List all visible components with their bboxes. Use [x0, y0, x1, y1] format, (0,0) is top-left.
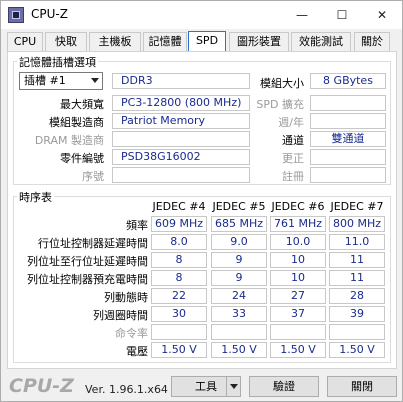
timing-row-label: 列動態時 [104, 291, 148, 304]
maximize-button[interactable]: ☐ [322, 1, 362, 29]
timing-cell: 761 MHz [270, 216, 326, 232]
timing-cell: 1.50 V [270, 342, 326, 358]
timing-row-label: 列位址控制器預充電時間 [27, 273, 148, 286]
timing-cell: 22 [151, 288, 207, 304]
timing-cell: 9.0 [211, 234, 267, 250]
tab-mainboard[interactable]: 主機板 [89, 32, 141, 52]
chevron-down-icon [230, 384, 238, 389]
timing-cell: 27 [270, 288, 326, 304]
timing-cell: 10 [270, 252, 326, 268]
correction-label: 更正 [282, 152, 304, 165]
timing-cell: 9 [211, 252, 267, 268]
cpuz-logo: CPU-Z [9, 375, 74, 397]
tab-memory[interactable]: 記憶體 [143, 32, 187, 52]
timing-cell: 11.0 [329, 234, 385, 250]
channels-field: 雙通道 [310, 131, 386, 147]
timing-column-header: JEDEC #4 [152, 200, 206, 213]
minimize-button[interactable]: — [282, 1, 322, 29]
tab-cache[interactable]: 快取 [45, 32, 87, 52]
module-size-label: 模組大小 [260, 77, 304, 90]
module-size-field: 8 GBytes [310, 73, 386, 89]
timing-cell: 8.0 [151, 234, 207, 250]
title-bar[interactable]: CPU-Z — ☐ ✕ [1, 1, 402, 29]
validate-button[interactable]: 驗證 [249, 376, 319, 397]
module-manufacturer-field: Patriot Memory [112, 113, 250, 129]
cpuz-window: CPU-Z — ☐ ✕ CPU 快取 主機板 記憶體 SPD 圖形裝置 效能測試… [0, 0, 403, 402]
slot-select-value: 插槽 #1 [24, 74, 66, 87]
timing-cell: 1.50 V [211, 342, 267, 358]
tools-dropdown-arrow[interactable] [226, 377, 240, 396]
channels-label: 通道 [282, 134, 304, 147]
timing-cell: 609 MHz [151, 216, 207, 232]
max-bandwidth-label: 最大頻寬 [60, 98, 104, 111]
timing-cell: 30 [151, 306, 207, 322]
timing-cell: 11 [329, 252, 385, 268]
timing-cell: 8 [151, 270, 207, 286]
timing-cell: 8 [151, 252, 207, 268]
bottom-bar: CPU-Z Ver. 1.96.1.x64 工具 驗證 關閉 [1, 373, 402, 401]
part-number-label: 零件編號 [60, 152, 104, 165]
timing-column-header: JEDEC #6 [271, 200, 325, 213]
registered-label: 註冊 [282, 170, 304, 183]
timing-cell: 37 [270, 306, 326, 322]
window-title: CPU-Z [31, 7, 68, 21]
timing-cell [211, 324, 267, 340]
timings-group-title: 時序表 [17, 189, 54, 205]
tab-graphics[interactable]: 圖形裝置 [229, 32, 289, 52]
week-year-field [310, 113, 386, 129]
timing-cell: 800 MHz [329, 216, 385, 232]
close-button[interactable]: 關閉 [327, 376, 397, 397]
close-window-button[interactable]: ✕ [362, 1, 402, 29]
tab-bench[interactable]: 效能測試 [291, 32, 351, 52]
timing-row-label: 頻率 [126, 219, 148, 232]
tab-about[interactable]: 關於 [354, 32, 390, 52]
timing-cell: 24 [211, 288, 267, 304]
timing-cell: 28 [329, 288, 385, 304]
spd-ext-field [310, 95, 386, 111]
cpuz-app-icon [8, 7, 24, 23]
slot-select[interactable]: 插槽 #1 [19, 72, 103, 90]
timing-cell: 685 MHz [211, 216, 267, 232]
version-text: Ver. 1.96.1.x64 [85, 383, 168, 396]
timing-row-label: 命令率 [115, 327, 148, 340]
spd-ext-label: SPD 擴充 [256, 98, 304, 111]
tools-button-label: 工具 [195, 380, 217, 393]
timing-cell [270, 324, 326, 340]
week-year-label: 週/年 [278, 116, 304, 129]
chevron-down-icon [91, 78, 99, 83]
serial-number-label: 序號 [82, 170, 104, 183]
tab-cpu[interactable]: CPU [7, 32, 43, 52]
dram-manufacturer-field [112, 131, 250, 147]
timing-row-label: 列位址至行位址延遲時間 [27, 255, 148, 268]
timing-cell [151, 324, 207, 340]
correction-field [310, 149, 386, 165]
timing-row-label: 電壓 [126, 345, 148, 358]
tab-spd[interactable]: SPD [188, 31, 226, 52]
registered-field [310, 167, 386, 183]
timing-cell: 11 [329, 270, 385, 286]
part-number-field: PSD38G16002 [112, 149, 250, 165]
dram-manufacturer-label: DRAM 製造商 [34, 134, 104, 147]
timing-cell [329, 324, 385, 340]
timing-row-label: 列週圈時間 [93, 309, 148, 322]
timing-column-header: JEDEC #7 [330, 200, 384, 213]
module-manufacturer-label: 模組製造商 [49, 116, 104, 129]
serial-number-field [112, 167, 250, 183]
timing-cell: 9 [211, 270, 267, 286]
timing-cell: 39 [329, 306, 385, 322]
tools-button[interactable]: 工具 [171, 376, 241, 397]
memory-slot-group-title: 記憶體插槽選項 [17, 54, 98, 70]
timing-cell: 10.0 [270, 234, 326, 250]
timing-column-header: JEDEC #5 [212, 200, 266, 213]
memory-type-field: DDR3 [112, 73, 250, 89]
max-bandwidth-field: PC3-12800 (800 MHz) [112, 95, 250, 111]
timing-cell: 10 [270, 270, 326, 286]
timing-cell: 1.50 V [329, 342, 385, 358]
timing-cell: 1.50 V [151, 342, 207, 358]
spd-panel: 記憶體插槽選項 插槽 #1 DDR3 最大頻寬 PC3-12800 (800 M… [7, 51, 397, 369]
timing-row-label: 行位址控制器延遲時間 [38, 237, 148, 250]
timing-cell: 33 [211, 306, 267, 322]
